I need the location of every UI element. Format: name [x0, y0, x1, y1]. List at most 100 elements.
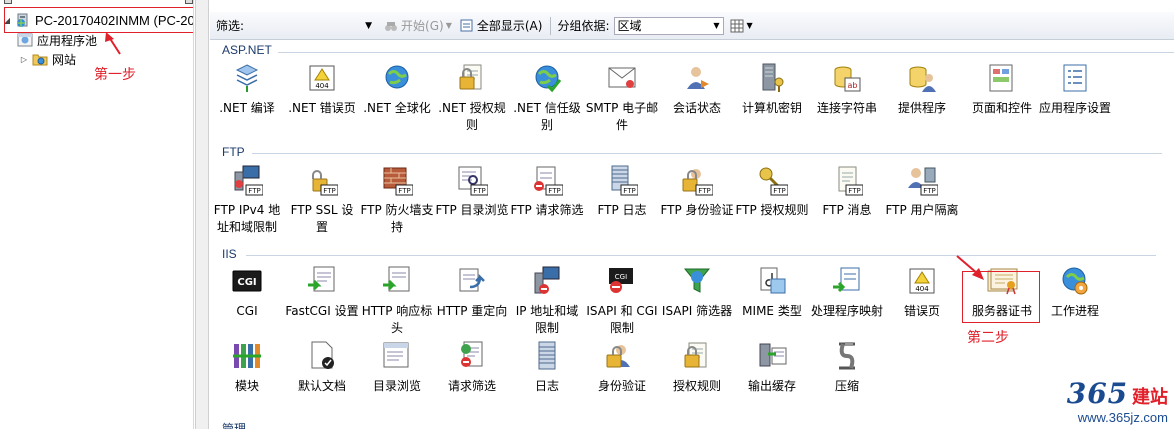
- svg-text:FTP: FTP: [398, 187, 410, 195]
- feature-ftp-firewall[interactable]: FTP FTP 防火墙支持: [360, 164, 434, 236]
- feature-label: 页面和控件: [971, 101, 1032, 115]
- feature-worker-process[interactable]: 工作进程: [1038, 265, 1112, 320]
- feature-label: 默认文档: [297, 379, 346, 393]
- ftp-ip-restrict-icon: FTP: [231, 164, 264, 196]
- show-all-button[interactable]: 全部显示(A): [460, 17, 542, 34]
- feature-isapi-cgi[interactable]: CGI ISAPI 和 CGI 限制: [585, 265, 659, 337]
- feature-session[interactable]: 会话状态: [660, 62, 734, 117]
- fastcgi-icon: [306, 265, 338, 297]
- feature-trust-globe[interactable]: .NET 信任级别: [510, 62, 584, 134]
- feature-error-page[interactable]: 404 错误页: [885, 265, 959, 320]
- svg-text:CGI: CGI: [615, 273, 627, 281]
- feature-cgi[interactable]: CGI CGI: [210, 265, 284, 320]
- feature-label: 错误页: [903, 304, 940, 318]
- feature-app-settings[interactable]: 应用程序设置: [1038, 62, 1112, 117]
- filter-input[interactable]: ▼: [248, 17, 376, 35]
- feature-ftp-ip-restrict[interactable]: FTP FTP IPv4 地址和域限制: [210, 164, 284, 236]
- authz-icon: [681, 340, 713, 372]
- feature-compile[interactable]: .NET 编译: [210, 62, 284, 117]
- group-divider: [252, 153, 1162, 154]
- feature-ftp-auth[interactable]: FTP FTP 身份验证: [660, 164, 734, 219]
- svg-text:FTP: FTP: [323, 187, 335, 195]
- feature-compression[interactable]: 压缩: [810, 340, 884, 395]
- ftp-log-icon: FTP: [606, 164, 639, 196]
- svg-text:ab: ab: [848, 81, 858, 90]
- feature-http-headers[interactable]: HTTP 响应标头: [360, 265, 434, 337]
- feature-ftp-ssl[interactable]: FTP FTP SSL 设置: [285, 164, 359, 236]
- view-mode-button[interactable]: ▼: [730, 19, 753, 33]
- watermark-brand: 建站: [1132, 387, 1168, 408]
- ftp-auth-icon: FTP: [681, 164, 714, 196]
- feature-ftp-message[interactable]: FTP FTP 消息: [810, 164, 884, 219]
- app-settings-icon: [1059, 62, 1091, 94]
- feature-label: 目录浏览: [372, 379, 421, 393]
- ftp-firewall-icon: FTP: [381, 164, 414, 196]
- feature-providers[interactable]: 提供程序: [885, 62, 959, 117]
- request-filter-icon: [456, 340, 488, 372]
- tree-node-sites[interactable]: ▷ 网站: [19, 50, 76, 68]
- feature-label: FTP 身份验证: [660, 203, 734, 217]
- view-dropdown-icon: ▼: [746, 21, 753, 30]
- feature-request-filter[interactable]: 请求筛选: [435, 340, 509, 395]
- feature-modules[interactable]: 模块: [210, 340, 284, 395]
- session-icon: [681, 62, 713, 94]
- feature-handler-map[interactable]: 处理程序映射: [810, 265, 884, 320]
- feature-lock-document[interactable]: .NET 授权规则: [435, 62, 509, 134]
- sites-label: 网站: [52, 52, 77, 67]
- feature-connection-string[interactable]: ab 连接字符串: [810, 62, 884, 117]
- ftp-authz-icon: FTP: [756, 164, 789, 196]
- machine-key-icon: [756, 62, 788, 94]
- feature-ftp-authz[interactable]: FTP FTP 授权规则: [735, 164, 809, 219]
- feature-pages-controls[interactable]: 页面和控件: [965, 62, 1039, 117]
- tree-node-app-pools[interactable]: 应用程序池: [17, 31, 97, 49]
- feature-label: MIME 类型: [742, 304, 802, 318]
- http-redirect-icon: [456, 265, 488, 297]
- pane-splitter[interactable]: [195, 0, 209, 429]
- show-all-icon: [460, 19, 473, 31]
- feature-globe[interactable]: .NET 全球化: [360, 62, 434, 117]
- scroll-stub: [185, 0, 193, 4]
- feature-ftp-user-isolation[interactable]: FTP FTP 用户隔离: [885, 164, 959, 219]
- feature-label: FastCGI 设置: [285, 304, 359, 318]
- feature-label: 连接字符串: [816, 101, 877, 115]
- expand-arrow-icon[interactable]: ▷: [19, 55, 29, 64]
- globe-icon: [381, 62, 413, 94]
- feature-ftp-dir-browse[interactable]: FTP FTP 目录浏览: [435, 164, 509, 219]
- binoculars-icon: [385, 21, 398, 31]
- group-by-select[interactable]: 区域 ▼: [613, 16, 724, 35]
- view-grid-icon: [730, 19, 743, 32]
- auth-icon: [606, 340, 638, 372]
- start-button[interactable]: 开始(G) ▼: [384, 17, 452, 34]
- feature-auth[interactable]: 身份验证: [585, 340, 659, 395]
- feature-log[interactable]: 日志: [510, 340, 584, 395]
- log-icon: [531, 340, 563, 372]
- feature-http-redirect[interactable]: HTTP 重定向: [435, 265, 509, 320]
- filter-toolbar: 筛选: ▼ 开始(G) ▼ 全部显示(A) 分组依据: 区域 ▼ ▼: [210, 12, 1174, 40]
- feature-ftp-request-filter[interactable]: FTP FTP 请求筛选: [510, 164, 584, 219]
- ftp-ssl-icon: FTP: [306, 164, 339, 196]
- feature-fastcgi[interactable]: FastCGI 设置: [285, 265, 359, 320]
- feature-default-doc[interactable]: 默认文档: [285, 340, 359, 395]
- feature-output-cache[interactable]: 输出缓存: [735, 340, 809, 395]
- feature-label: ISAPI 和 CGI 限制: [586, 304, 658, 335]
- feature-mime[interactable]: MIME 类型: [735, 265, 809, 320]
- svg-text:FTP: FTP: [248, 187, 260, 195]
- step1-arrow-icon: [105, 32, 121, 55]
- svg-text:FTP: FTP: [548, 187, 560, 195]
- feature-label: .NET 编译: [219, 101, 275, 115]
- feature-machine-key[interactable]: 计算机密钥: [735, 62, 809, 117]
- svg-text:FTP: FTP: [473, 187, 485, 195]
- feature-ftp-log[interactable]: FTP FTP 日志: [585, 164, 659, 219]
- feature-ip-restrict[interactable]: IP 地址和域限制: [510, 265, 584, 337]
- feature-label: FTP 用户隔离: [885, 203, 959, 217]
- feature-email[interactable]: SMTP 电子邮件: [585, 62, 659, 134]
- group-divider: [278, 52, 1174, 53]
- scroll-stub: [4, 0, 12, 4]
- svg-text:404: 404: [315, 82, 329, 90]
- svg-text:CGI: CGI: [237, 277, 256, 288]
- feature-dir-browse[interactable]: 目录浏览: [360, 340, 434, 395]
- feature-authz[interactable]: 授权规则: [660, 340, 734, 395]
- step1-highlight-box: [4, 7, 193, 33]
- feature-isapi-filter[interactable]: ISAPI 筛选器: [660, 265, 734, 320]
- feature-error-page[interactable]: 404 .NET 错误页: [285, 62, 359, 117]
